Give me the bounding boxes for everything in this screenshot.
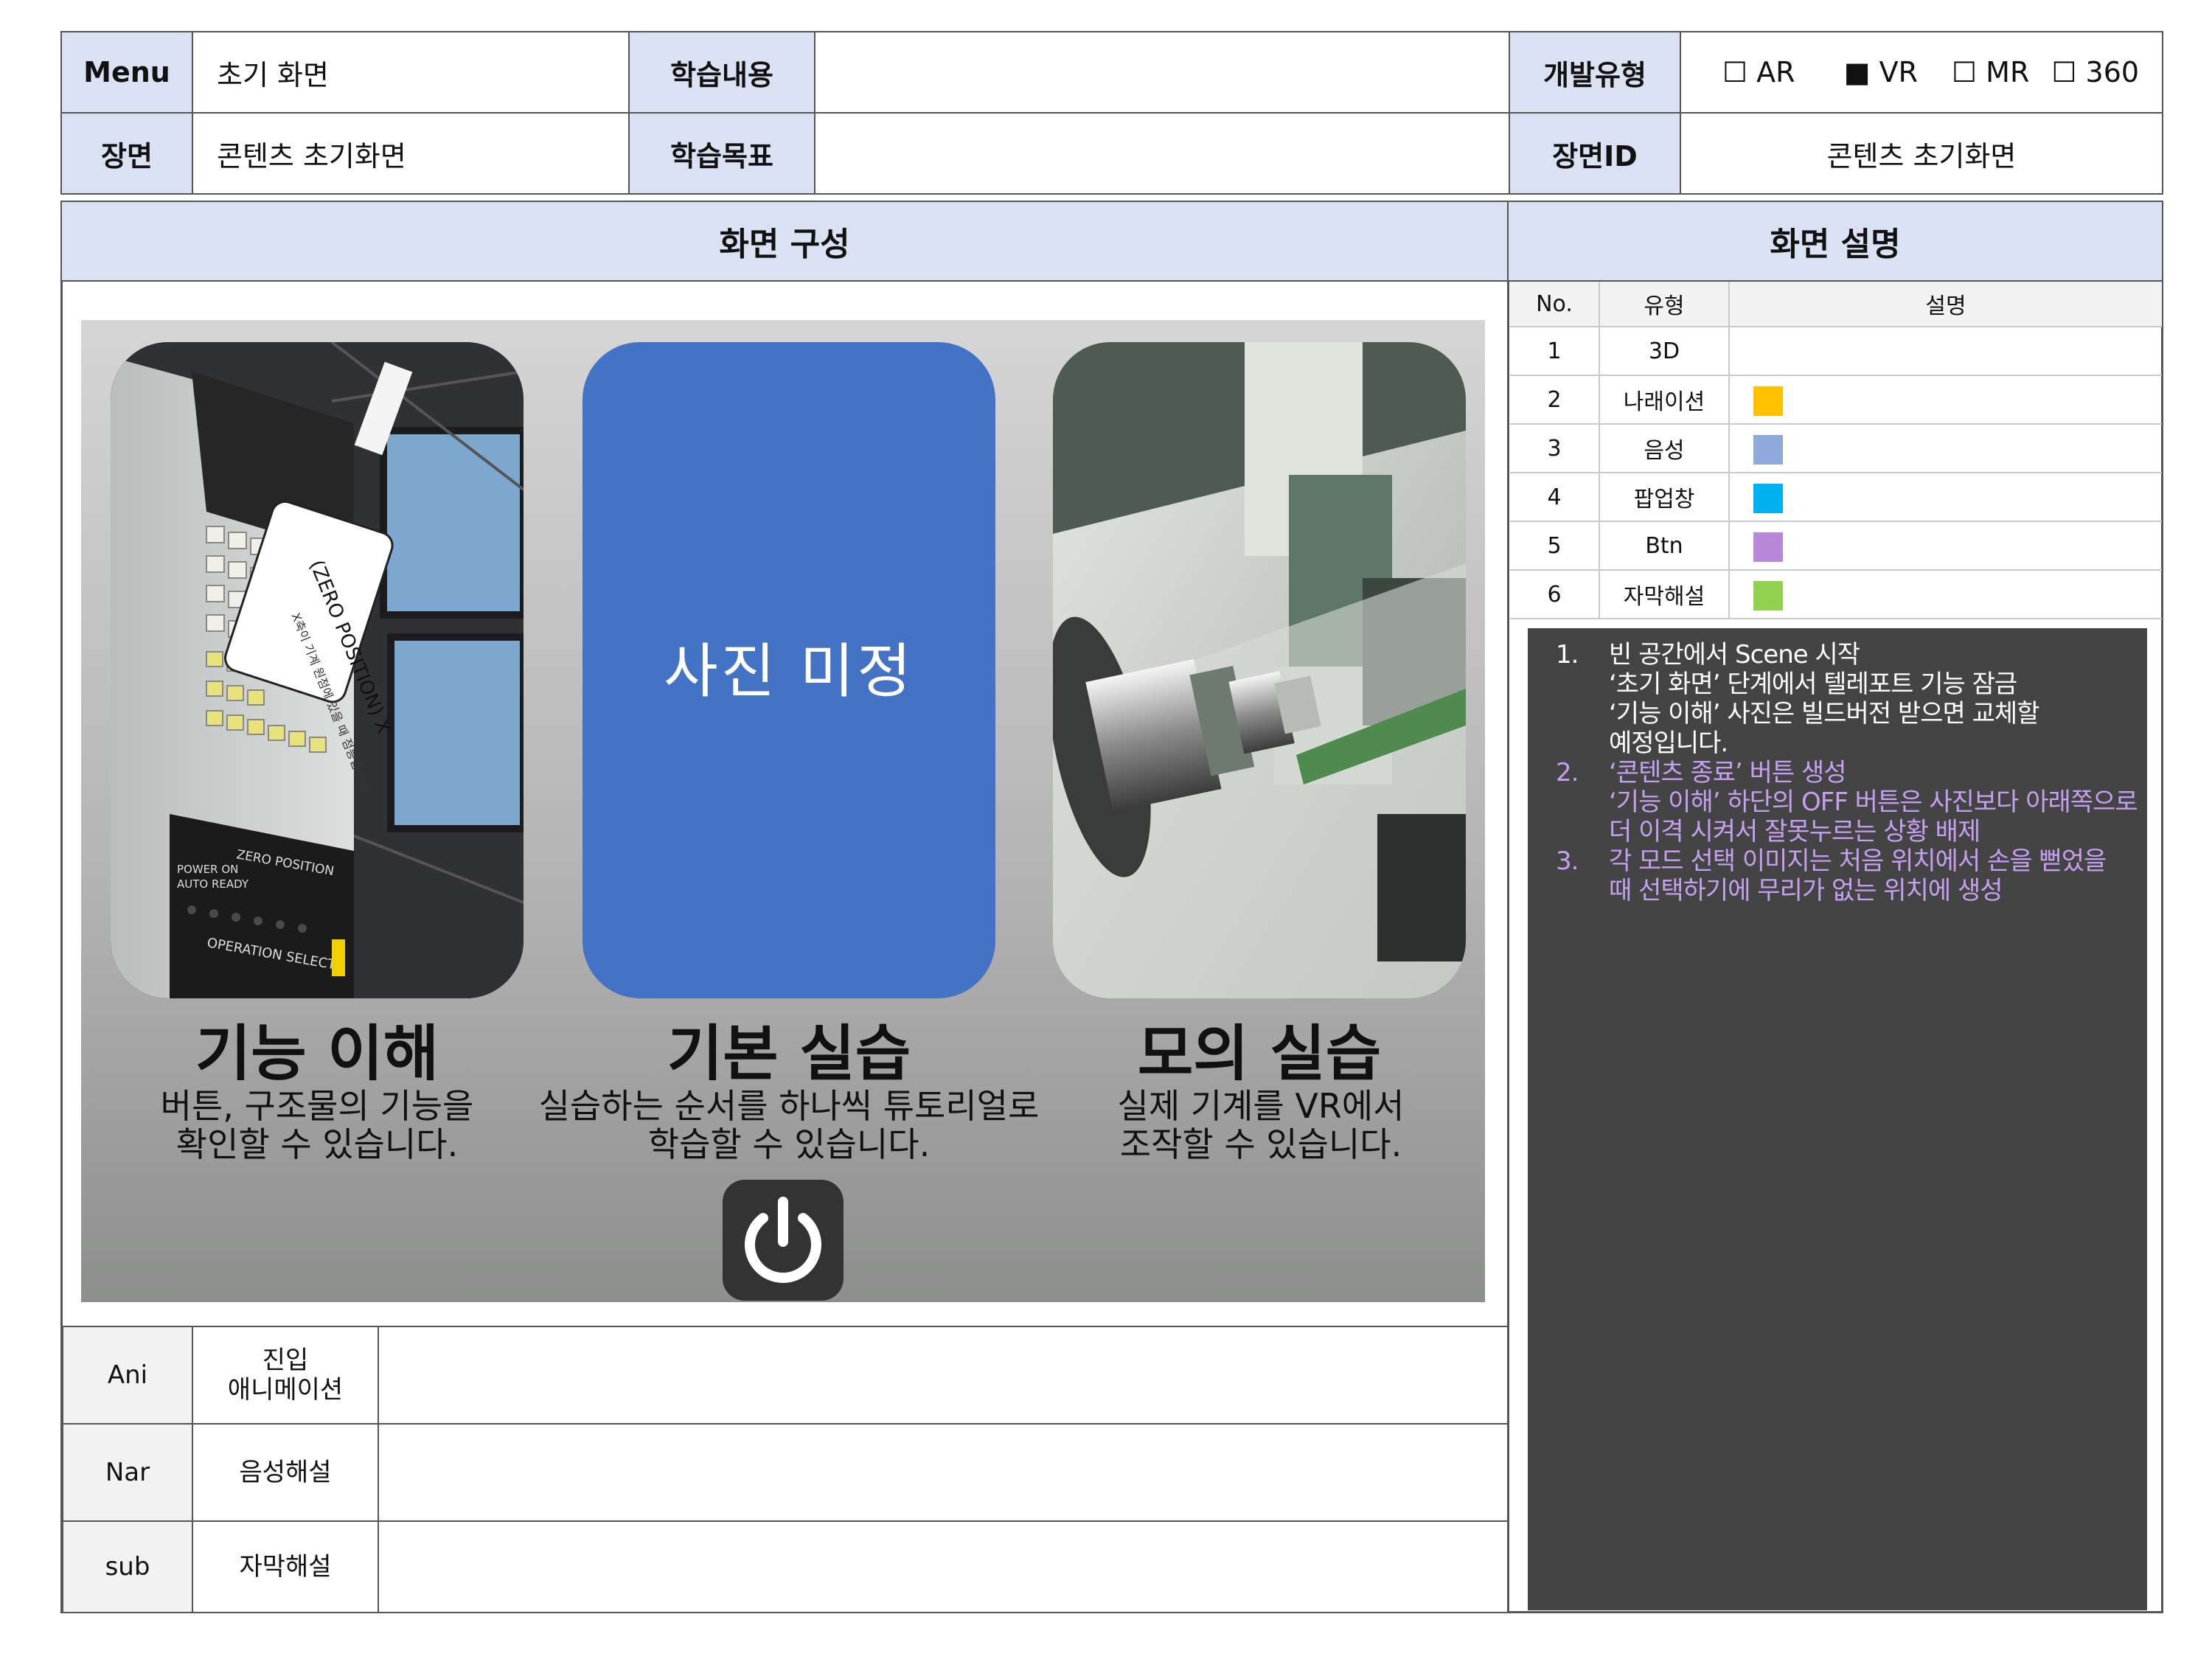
row-name-ani: 진입 애니메이션 bbox=[192, 1326, 379, 1425]
learning-content-label: 학습내용 bbox=[628, 31, 815, 114]
narration-color-swatch bbox=[1753, 386, 1783, 416]
note-1-text: 빈 공간에서 Scene 시작 ‘초기 화면’ 단계에서 텔레포트 기능 잠금 … bbox=[1609, 640, 2039, 758]
legend-no: 3 bbox=[1510, 425, 1599, 473]
row-value-nar bbox=[378, 1423, 1509, 1522]
menu-label: Menu bbox=[60, 31, 193, 114]
legend-no: 5 bbox=[1510, 522, 1599, 571]
note-3-text: 각 모드 선택 이미지는 처음 위치에서 손을 뻗었을 때 선택하기에 무리가 … bbox=[1609, 846, 2107, 905]
card-desc-basic: 실습하는 순서를 하나씩 튜토리얼로 학습할 수 있습니다. bbox=[538, 1086, 1040, 1164]
photo-placeholder-label: 사진 미정 bbox=[664, 637, 914, 706]
legend-desc bbox=[1728, 376, 2162, 425]
note-2-number: 2. bbox=[1556, 758, 1579, 787]
row-name-sub: 자막해설 bbox=[192, 1520, 379, 1613]
power-icon bbox=[745, 1197, 821, 1283]
card-title-function: 기능 이해 bbox=[195, 1019, 439, 1089]
learning-content-value bbox=[814, 31, 1510, 114]
notes-panel: 1. 빈 공간에서 Scene 시작 ‘초기 화면’ 단계에서 텔레포트 기능 … bbox=[1528, 628, 2147, 1610]
card-desc-function: 버튼, 구조물의 기능을 확인할 수 있습니다. bbox=[160, 1086, 474, 1164]
row-name-nar: 음성해설 bbox=[192, 1423, 379, 1522]
note-1-number: 1. bbox=[1556, 640, 1579, 669]
card-title-basic: 기본 실습 bbox=[667, 1019, 911, 1089]
voice-color-swatch bbox=[1753, 435, 1783, 465]
legend-type: 3D bbox=[1599, 327, 1728, 376]
legend-no: 1 bbox=[1510, 327, 1599, 376]
col-type-header: 유형 bbox=[1599, 282, 1728, 327]
card-desc-simulation: 실제 기계를 VR에서 조작할 수 있습니다. bbox=[1117, 1086, 1405, 1164]
legend-table: No. 유형 설명 1 3D 2 나래이션 3 음성 4 팝업창 5 Btn 6… bbox=[1510, 282, 2162, 619]
legend-desc bbox=[1728, 473, 2162, 522]
description-title: 화면 설명 bbox=[1507, 201, 2163, 282]
lathe-machine-image bbox=[1053, 342, 1466, 998]
auto-ready-label: AUTO READY bbox=[177, 877, 249, 891]
legend-no: 4 bbox=[1510, 473, 1599, 522]
row-code-ani: Ani bbox=[62, 1326, 193, 1425]
note-3-number: 3. bbox=[1556, 846, 1579, 876]
exit-content-button[interactable] bbox=[723, 1180, 844, 1301]
row-code-nar: Nar bbox=[62, 1423, 193, 1522]
dev-type-360[interactable]: ☐ 360 bbox=[2051, 56, 2139, 88]
popup-color-swatch bbox=[1753, 484, 1783, 513]
power-on-label: POWER ON bbox=[177, 863, 238, 876]
col-desc-header: 설명 bbox=[1728, 282, 2162, 327]
row-value-ani bbox=[378, 1326, 1509, 1425]
legend-type: 나래이션 bbox=[1599, 376, 1728, 425]
checkbox-empty-icon: ☐ bbox=[2051, 56, 2077, 88]
dev-type-ar[interactable]: ☐ AR bbox=[1722, 56, 1795, 88]
legend-type: 팝업창 bbox=[1599, 473, 1728, 522]
legend-desc bbox=[1728, 327, 2162, 376]
legend-type: 자막해설 bbox=[1599, 571, 1728, 619]
col-no-header: No. bbox=[1510, 282, 1599, 327]
card-simulation-image[interactable] bbox=[1053, 342, 1466, 998]
legend-desc bbox=[1728, 571, 2162, 619]
scene-id-value: 콘텐츠 초기화면 bbox=[1680, 112, 2163, 195]
scene-value: 콘텐츠 초기화면 bbox=[192, 112, 630, 195]
note-2-text: ‘콘텐츠 종료’ 버튼 생성 ‘기능 이해’ 하단의 OFF 버튼은 사진보다 … bbox=[1609, 758, 2138, 846]
subtitle-color-swatch bbox=[1753, 581, 1783, 611]
legend-no: 2 bbox=[1510, 376, 1599, 425]
legend-type: 음성 bbox=[1599, 425, 1728, 473]
row-value-sub bbox=[378, 1520, 1509, 1613]
dev-type-vr[interactable]: ■ VR bbox=[1844, 56, 1918, 88]
legend-no: 6 bbox=[1510, 571, 1599, 619]
card-title-simulation: 모의 실습 bbox=[1137, 1019, 1382, 1089]
checkbox-empty-icon: ☐ bbox=[1951, 56, 1978, 88]
row-code-sub: sub bbox=[62, 1520, 193, 1613]
checkbox-empty-icon: ☐ bbox=[1722, 56, 1748, 88]
legend-desc bbox=[1728, 522, 2162, 571]
control-panel-image: (ZERO POSITION) X X축이 기계 원점에 있을 때 점등됩니다.… bbox=[111, 342, 524, 998]
card-basic-practice-placeholder[interactable]: 사진 미정 bbox=[582, 342, 995, 998]
dev-type-label: 개발유형 bbox=[1509, 31, 1681, 114]
card-function-image[interactable]: (ZERO POSITION) X X축이 기계 원점에 있을 때 점등됩니다.… bbox=[111, 342, 524, 998]
learning-goal-label: 학습목표 bbox=[628, 112, 815, 195]
legend-desc bbox=[1728, 425, 2162, 473]
menu-value: 초기 화면 bbox=[192, 31, 630, 114]
scene-id-label: 장면ID bbox=[1509, 112, 1681, 195]
screen-preview: (ZERO POSITION) X X축이 기계 원점에 있을 때 점등됩니다.… bbox=[81, 320, 1485, 1302]
legend-type: Btn bbox=[1599, 522, 1728, 571]
scene-label: 장면 bbox=[60, 112, 193, 195]
dev-type-mr[interactable]: ☐ MR bbox=[1952, 56, 2029, 88]
button-color-swatch bbox=[1753, 532, 1783, 562]
composition-title: 화면 구성 bbox=[60, 201, 1509, 282]
dev-type-options: ☐ AR ■ VR ☐ MR ☐ 360 bbox=[1680, 31, 2163, 114]
checkbox-filled-icon: ■ bbox=[1843, 56, 1871, 88]
learning-goal-value bbox=[814, 112, 1510, 195]
